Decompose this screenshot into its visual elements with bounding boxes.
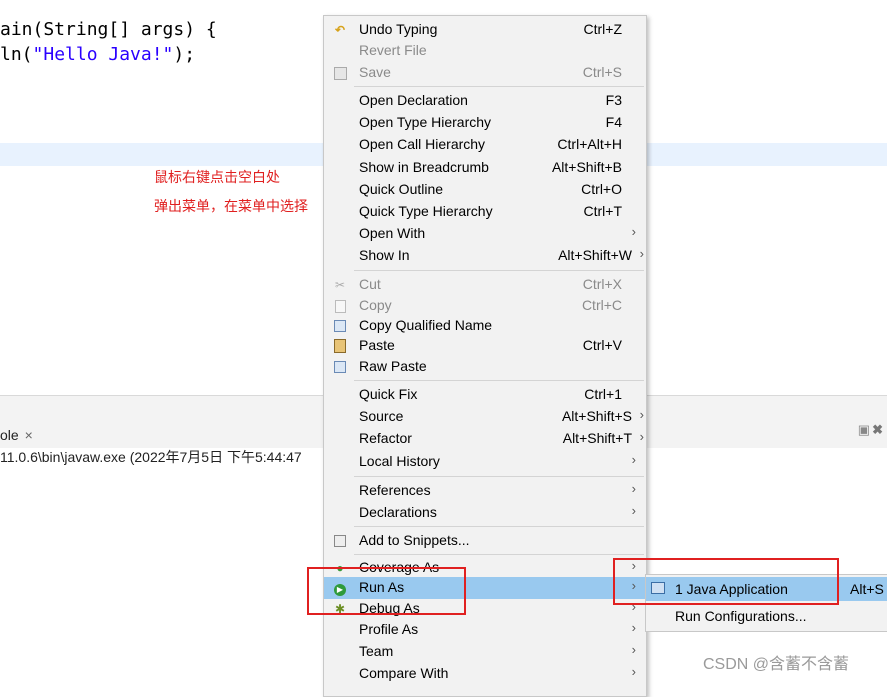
menu-item-references[interactable]: References ›	[324, 480, 646, 502]
chevron-right-icon: ›	[631, 664, 636, 679]
chevron-right-icon: ›	[639, 407, 644, 422]
menu-separator	[354, 476, 644, 477]
raw-paste-icon	[332, 359, 348, 375]
close-icon[interactable]: ×	[25, 427, 33, 443]
chevron-right-icon: ›	[631, 620, 636, 635]
cut-icon: ✂	[334, 278, 346, 292]
menu-separator	[354, 380, 644, 381]
watermark: CSDN @含蓄不含蓄	[703, 656, 850, 673]
menu-item-source[interactable]: Source Alt+Shift+S ›	[324, 406, 646, 428]
menu-item-open-type-hierarchy[interactable]: Open Type Hierarchy F4	[324, 112, 646, 134]
menu-item-cut[interactable]: ✂ Cut Ctrl+X	[324, 274, 646, 296]
chevron-right-icon: ›	[631, 452, 636, 467]
console-tab[interactable]: ole ×	[0, 427, 33, 443]
menu-item-show-in-breadcrumb[interactable]: Show in Breadcrumb Alt+Shift+B	[324, 157, 646, 179]
code-line-2: ln("Hello Java!");	[0, 44, 196, 65]
chevron-right-icon: ›	[631, 642, 636, 657]
undo-icon: ↶	[334, 23, 346, 37]
menu-item-raw-paste[interactable]: Raw Paste	[324, 356, 646, 378]
chevron-right-icon: ›	[631, 481, 636, 496]
menu-item-copy[interactable]: Copy Ctrl+C	[324, 295, 646, 317]
save-icon	[332, 65, 348, 81]
remove-icon[interactable]: ✖	[872, 422, 885, 437]
annotation-line-1: 鼠标右键点击空白处	[154, 169, 280, 185]
paste-icon	[332, 338, 348, 354]
menu-item-save[interactable]: Save Ctrl+S	[324, 62, 646, 84]
menu-item-open-declaration[interactable]: Open Declaration F3	[324, 90, 646, 112]
panel-toolbar: ▣✖	[858, 422, 885, 438]
menu-item-quick-fix[interactable]: Quick Fix Ctrl+1	[324, 384, 646, 406]
menu-separator	[354, 554, 644, 555]
copy-icon	[332, 298, 348, 314]
annotation-box-java-application	[613, 558, 839, 605]
menu-item-team[interactable]: Team ›	[324, 641, 646, 663]
annotation-box-run-as	[307, 567, 466, 615]
copy-qualified-icon	[332, 318, 348, 334]
code-line-1: ain(String[] args) {	[0, 19, 217, 40]
console-tab-label: ole	[0, 427, 19, 443]
menu-item-paste[interactable]: Paste Ctrl+V	[324, 335, 646, 357]
menu-separator	[354, 270, 644, 271]
menu-item-declarations[interactable]: Declarations ›	[324, 502, 646, 524]
menu-item-undo-typing[interactable]: ↶ Undo Typing Ctrl+Z	[324, 19, 646, 41]
minimize-icon[interactable]: ▣	[858, 422, 872, 437]
menu-item-open-call-hierarchy[interactable]: Open Call Hierarchy Ctrl+Alt+H	[324, 134, 646, 156]
console-launch-info: 11.0.6\bin\javaw.exe (2022年7月5日 下午5:44:4…	[0, 449, 302, 465]
submenu-item-run-configurations[interactable]: Run Configurations...	[646, 604, 887, 628]
menu-item-quick-type-hierarchy[interactable]: Quick Type Hierarchy Ctrl+T	[324, 201, 646, 223]
menu-item-add-to-snippets[interactable]: Add to Snippets...	[324, 530, 646, 552]
menu-item-compare-with[interactable]: Compare With ›	[324, 663, 646, 685]
menu-item-copy-qualified-name[interactable]: Copy Qualified Name	[324, 315, 646, 337]
chevron-right-icon: ›	[639, 246, 644, 261]
menu-item-revert-file[interactable]: Revert File	[324, 40, 646, 62]
menu-separator	[354, 86, 644, 87]
chevron-right-icon: ›	[631, 503, 636, 518]
menu-item-profile-as[interactable]: Profile As ›	[324, 619, 646, 641]
menu-item-quick-outline[interactable]: Quick Outline Ctrl+O	[324, 179, 646, 201]
menu-item-local-history[interactable]: Local History ›	[324, 451, 646, 473]
menu-item-open-with[interactable]: Open With ›	[324, 223, 646, 245]
menu-item-show-in[interactable]: Show In Alt+Shift+W ›	[324, 245, 646, 267]
snippets-icon	[332, 533, 348, 549]
menu-separator	[354, 526, 644, 527]
annotation-line-2: 弹出菜单，在菜单中选择	[154, 198, 308, 214]
chevron-right-icon: ›	[631, 224, 636, 239]
chevron-right-icon: ›	[639, 429, 644, 444]
menu-item-refactor[interactable]: Refactor Alt+Shift+T ›	[324, 428, 646, 450]
